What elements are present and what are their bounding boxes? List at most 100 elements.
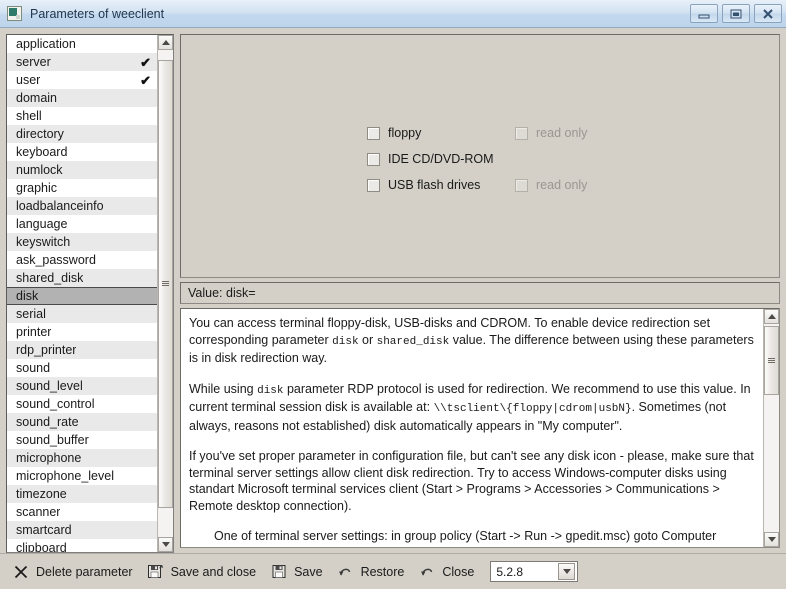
sidebar-item-label: sound_rate <box>16 415 79 429</box>
save-and-close-icon <box>147 563 165 581</box>
desc-scroll-track[interactable] <box>764 324 779 532</box>
desc-scroll-down-button[interactable] <box>764 532 779 547</box>
sidebar-item-label: domain <box>16 91 57 105</box>
parameter-editor-panel: floppy read only IDE CD/DVD-ROM USB flash d… <box>180 34 780 278</box>
description-paragraph: You can access terminal floppy-disk, USB… <box>189 315 755 367</box>
close-button[interactable] <box>754 4 782 23</box>
sidebar-item-loadbalanceinfo[interactable]: loadbalanceinfo <box>7 197 157 215</box>
checkbox-box[interactable] <box>367 178 380 192</box>
sidebar-item-label: smartcard <box>16 523 72 537</box>
scroll-up-button[interactable] <box>158 35 173 50</box>
disk-options-group: floppy read only IDE CD/DVD-ROM USB flash d… <box>367 120 587 198</box>
save-icon <box>270 563 288 581</box>
desc-scroll-up-button[interactable] <box>764 309 779 324</box>
sidebar-item-shell[interactable]: shell <box>7 107 157 125</box>
description-scrollbar[interactable] <box>763 309 779 547</box>
sidebar-item-sound-level[interactable]: sound_level <box>7 377 157 395</box>
version-select-value: 5.2.8 <box>496 564 524 579</box>
sidebar-item-domain[interactable]: domain <box>7 89 157 107</box>
sidebar-item-label: timezone <box>16 487 67 501</box>
sidebar-item-numlock[interactable]: numlock <box>7 161 157 179</box>
sidebar-item-disk[interactable]: disk <box>7 287 157 305</box>
save-label: Save <box>294 564 323 579</box>
sidebar-item-label: shell <box>16 109 42 123</box>
parameter-list-scrollbar[interactable] <box>157 35 173 552</box>
scroll-thumb[interactable] <box>158 59 173 508</box>
text-span: One of terminal server settings: in grou… <box>214 529 751 547</box>
code-span: \\tsclient\{floppy|cdrom|usbN} <box>433 403 632 415</box>
checkbox-label: read only <box>536 178 588 192</box>
scroll-down-button[interactable] <box>158 537 173 552</box>
arrow-down-icon <box>767 537 776 542</box>
delete-parameter-button[interactable]: Delete parameter <box>8 559 143 585</box>
scroll-track[interactable] <box>158 50 173 537</box>
checkbox-box[interactable] <box>515 126 528 140</box>
save-and-close-label: Save and close <box>170 564 257 579</box>
disk-option-row: floppy read only <box>367 120 587 146</box>
checkbox-read-only-2[interactable]: read only <box>515 178 587 192</box>
sidebar-item-sound[interactable]: sound <box>7 359 157 377</box>
sidebar-item-graphic[interactable]: graphic <box>7 179 157 197</box>
right-column: floppy read only IDE CD/DVD-ROM USB flash d… <box>180 34 780 553</box>
sidebar-item-keyswitch[interactable]: keyswitch <box>7 233 157 251</box>
text-span: While using <box>189 381 258 396</box>
sidebar-item-server[interactable]: server ✔ <box>7 53 157 71</box>
sidebar-item-serial[interactable]: serial <box>7 305 157 323</box>
description-text: You can access terminal floppy-disk, USB… <box>181 309 763 547</box>
checkbox-box[interactable] <box>367 126 380 140</box>
sidebar-item-microphone[interactable]: microphone <box>7 449 157 467</box>
sidebar-item-ask-password[interactable]: ask_password <box>7 251 157 269</box>
delete-parameter-label: Delete parameter <box>36 564 133 579</box>
maximize-button[interactable] <box>722 4 750 23</box>
checkbox-label: IDE CD/DVD-ROM <box>388 152 494 166</box>
value-bar: Value: disk= <box>180 282 780 304</box>
sidebar-item-sound-control[interactable]: sound_control <box>7 395 157 413</box>
chevron-down-icon[interactable] <box>558 563 576 580</box>
version-select[interactable]: 5.2.8 <box>490 561 579 582</box>
sidebar-item-shared-disk[interactable]: shared_disk <box>7 269 157 287</box>
checkbox-floppy[interactable]: floppy <box>367 126 515 140</box>
checkbox-ide-cd-dvd-rom[interactable]: IDE CD/DVD-ROM <box>367 152 515 166</box>
sidebar-item-microphone-level[interactable]: microphone_level <box>7 467 157 485</box>
sidebar-item-language[interactable]: language <box>7 215 157 233</box>
sidebar-item-label: application <box>16 37 76 51</box>
grip-icon <box>768 357 775 363</box>
sidebar-item-label: sound_level <box>16 379 83 393</box>
close-dialog-button[interactable]: Close <box>414 559 484 585</box>
check-icon: ✔ <box>140 54 151 70</box>
sidebar-item-printer[interactable]: printer <box>7 323 157 341</box>
cross-icon <box>12 563 30 581</box>
sidebar-item-timezone[interactable]: timezone <box>7 485 157 503</box>
restore-button[interactable]: Restore <box>333 559 415 585</box>
grip-icon <box>162 281 169 287</box>
app-icon <box>7 6 22 21</box>
sidebar-item-smartcard[interactable]: smartcard <box>7 521 157 539</box>
checkbox-box[interactable] <box>367 152 380 166</box>
sidebar-item-rdp-printer[interactable]: rdp_printer <box>7 341 157 359</box>
code-span: shared_disk <box>376 335 450 348</box>
sidebar-item-user[interactable]: user ✔ <box>7 71 157 89</box>
sidebar-item-directory[interactable]: directory <box>7 125 157 143</box>
save-button[interactable]: Save <box>266 559 333 585</box>
checkbox-read-only-0[interactable]: read only <box>515 126 587 140</box>
sidebar-item-label: keyboard <box>16 145 68 159</box>
sidebar-item-scanner[interactable]: scanner <box>7 503 157 521</box>
description-paragraph: If you've set proper parameter in config… <box>189 448 755 514</box>
disk-option-row: USB flash drives read only <box>367 172 587 198</box>
sidebar-item-label: graphic <box>16 181 57 195</box>
sidebar-item-keyboard[interactable]: keyboard <box>7 143 157 161</box>
minimize-button[interactable] <box>690 4 718 23</box>
parameter-list-items[interactable]: application server ✔ user ✔ domain shell direct… <box>7 35 157 552</box>
checkbox-usb-flash-drives[interactable]: USB flash drives <box>367 178 515 192</box>
sidebar-item-label: directory <box>16 127 64 141</box>
desc-scroll-thumb[interactable] <box>764 326 779 395</box>
checkbox-box[interactable] <box>515 178 528 192</box>
sidebar-item-sound-rate[interactable]: sound_rate <box>7 413 157 431</box>
sidebar-item-clipboard[interactable]: clipboard <box>7 539 157 552</box>
sidebar-item-sound-buffer[interactable]: sound_buffer <box>7 431 157 449</box>
parameter-list[interactable]: application server ✔ user ✔ domain shell direct… <box>6 34 174 553</box>
save-and-close-button[interactable]: Save and close <box>143 559 266 585</box>
text-span: If you've set proper parameter in config… <box>189 449 754 513</box>
arrow-up-icon <box>767 314 776 319</box>
sidebar-item-application[interactable]: application <box>7 35 157 53</box>
